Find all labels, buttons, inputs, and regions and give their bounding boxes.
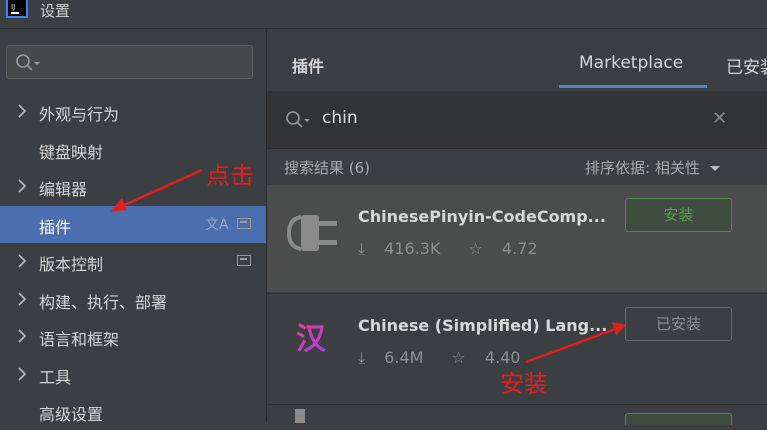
annotation-layer [110,168,626,364]
annotation-arrow-install [525,326,619,364]
annotation-click: 点击 [206,162,254,190]
annotation-arrow-click [117,168,203,210]
annotation-install: 安装 [500,370,548,398]
arrowhead [110,198,127,212]
arrowhead [612,322,626,335]
